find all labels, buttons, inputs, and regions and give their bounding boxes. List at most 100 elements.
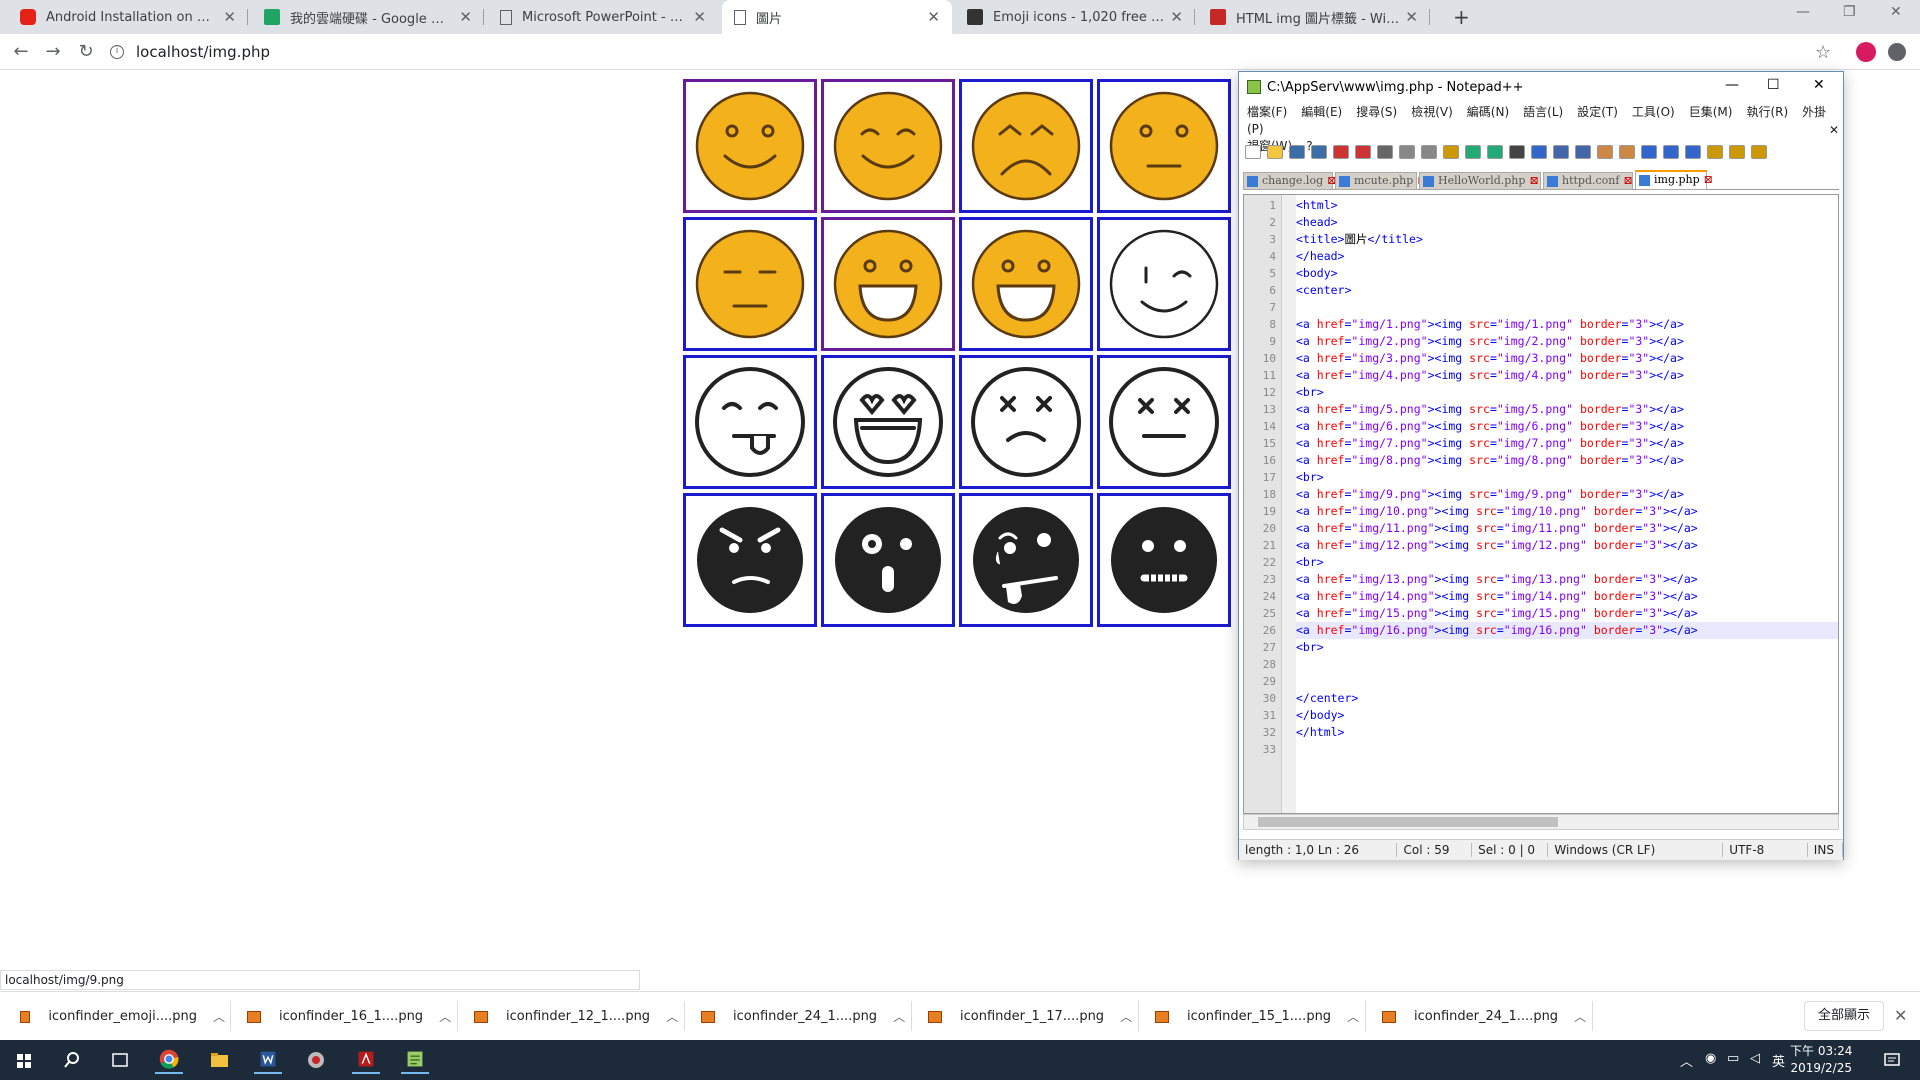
code-line[interactable]: <a href="img/4.png"><img src="img/4.png"… [1296,367,1838,384]
reload-icon[interactable]: ↻ [75,41,97,63]
menu-item[interactable]: 編輯(E) [1301,105,1342,119]
new-tab-button[interactable]: + [1453,5,1470,29]
file-explorer-icon[interactable] [205,1046,233,1074]
tab-close-icon[interactable]: ✕ [1170,8,1183,26]
download-item[interactable]: iconfinder_12_1....png ︿ [474,992,679,1041]
code-line[interactable]: <a href="img/3.png"><img src="img/3.png"… [1296,350,1838,367]
new-icon[interactable] [1245,145,1261,159]
chevron-up-icon[interactable]: ︿ [1347,1008,1359,1025]
emoji-image-link[interactable] [821,355,955,489]
code-line[interactable]: <a href="img/7.png"><img src="img/7.png"… [1296,435,1838,452]
task-view-icon[interactable] [106,1046,134,1074]
save-all-icon[interactable] [1311,145,1327,159]
menu-item[interactable]: 搜尋(S) [1356,105,1397,119]
network-icon[interactable]: ▭ [1727,1051,1739,1066]
code-line[interactable]: <a href="img/14.png"><img src="img/14.pn… [1296,588,1838,605]
notepad-minimize-icon[interactable]: — [1725,77,1739,93]
redo-icon[interactable] [1487,145,1503,159]
menu-item[interactable]: 執行(R) [1746,105,1788,119]
file-tab[interactable]: httpd.conf ⊠ [1543,172,1633,190]
forward-icon[interactable]: → [42,41,64,63]
emoji-image-link[interactable] [683,217,817,351]
code-line[interactable]: <a href="img/15.png"><img src="img/15.pn… [1296,605,1838,622]
bookmark-star-icon[interactable]: ☆ [1815,42,1831,63]
code-line[interactable] [1296,673,1838,690]
code-line[interactable]: <head> [1296,214,1838,231]
download-item[interactable]: iconfinder_emoji....png ︿ [20,992,225,1041]
emoji-image-link[interactable] [821,79,955,213]
menu-item[interactable]: 設定(T) [1577,105,1618,119]
emoji-image-link[interactable] [959,79,1093,213]
zoom-out-icon[interactable] [1575,145,1591,159]
code-line[interactable] [1296,299,1838,316]
menu-item[interactable]: 檢視(V) [1411,105,1453,119]
chevron-up-icon[interactable]: ︿ [666,1008,678,1025]
paste-icon[interactable] [1443,145,1459,159]
volume-icon[interactable]: ◁ [1750,1051,1760,1066]
chevron-up-icon[interactable]: ︿ [213,1008,225,1025]
sync-h-icon[interactable] [1619,145,1635,159]
browser-tab[interactable]: Microsoft PowerPoint - ch-03 ✕ [488,0,718,34]
code-line[interactable]: </html> [1296,724,1838,741]
download-item[interactable]: iconfinder_24_1....png ︿ [1382,992,1587,1041]
info-icon[interactable]: i [110,45,124,59]
copy-icon[interactable] [1421,145,1437,159]
code-line[interactable]: </head> [1296,248,1838,265]
file-tab[interactable]: change.log ⊠ [1243,172,1336,190]
indent-guide-icon[interactable] [1685,145,1701,159]
sync-v-icon[interactable] [1597,145,1613,159]
code-line[interactable]: <title>圖片</title> [1296,231,1838,248]
download-item[interactable]: iconfinder_1_17....png ︿ [928,992,1133,1041]
ime-indicator[interactable]: 英 [1772,1051,1785,1070]
code-line[interactable] [1296,656,1838,673]
scrollbar-thumb[interactable] [1258,817,1558,827]
code-line[interactable]: <a href="img/16.png"><img src="img/16.pn… [1296,622,1838,639]
open-icon[interactable] [1267,145,1283,159]
save-icon[interactable] [1289,145,1305,159]
download-item[interactable]: iconfinder_15_1....png ︿ [1155,992,1360,1041]
menu-item[interactable]: 語言(L) [1523,105,1563,119]
file-tab[interactable]: mcute.php⊠ [1335,172,1427,190]
emoji-image-link[interactable] [1097,355,1231,489]
code-text[interactable]: <html> <head> <title>圖片</title> </head> <bod… [1296,197,1838,758]
find-icon[interactable] [1509,145,1525,159]
file-tab-close-icon[interactable]: ⊠ [1529,174,1538,187]
replace-icon[interactable] [1531,145,1547,159]
emoji-image-link[interactable] [1097,79,1231,213]
tab-close-icon[interactable]: ✕ [459,8,472,26]
code-line[interactable]: <a href="img/10.png"><img src="img/10.pn… [1296,503,1838,520]
code-line[interactable]: <br> [1296,469,1838,486]
emoji-image-link[interactable] [1097,493,1231,627]
print-icon[interactable] [1377,145,1393,159]
emoji-image-link[interactable] [959,217,1093,351]
chrome-icon[interactable] [155,1046,183,1074]
browser-tab[interactable]: Emoji icons - 1,020 free & prem ✕ [955,0,1195,34]
browser-tab[interactable]: Android Installation on UDOO ✕ [8,0,248,34]
extension-icon[interactable] [1888,43,1906,61]
close-shelf-icon[interactable]: ✕ [1894,1006,1907,1025]
code-line[interactable]: <a href="img/1.png"><img src="img/1.png"… [1296,316,1838,333]
profile-avatar[interactable] [1856,42,1876,62]
code-line[interactable]: <a href="img/12.png"><img src="img/12.pn… [1296,537,1838,554]
emoji-image-link[interactable] [683,355,817,489]
minimize-icon[interactable]: — [1796,4,1810,20]
code-line[interactable]: <a href="img/9.png"><img src="img/9.png"… [1296,486,1838,503]
code-line[interactable]: <a href="img/6.png"><img src="img/6.png"… [1296,418,1838,435]
word-icon[interactable] [254,1046,282,1074]
notification-icon[interactable] [1878,1046,1906,1074]
file-tab-close-icon[interactable]: ⊠ [1704,173,1713,186]
horizontal-scrollbar[interactable] [1243,814,1839,830]
code-line[interactable]: </center> [1296,690,1838,707]
zoom-in-icon[interactable] [1553,145,1569,159]
start-windows-icon[interactable] [10,1046,38,1074]
file-tab[interactable]: HelloWorld.php ⊠ [1419,172,1541,190]
address-bar[interactable]: i localhost/img.php [110,38,1810,66]
code-line[interactable]: <a href="img/8.png"><img src="img/8.png"… [1296,452,1838,469]
emoji-image-link[interactable] [959,355,1093,489]
function-list-icon[interactable] [1729,145,1745,159]
download-item[interactable]: iconfinder_16_1....png ︿ [247,992,452,1041]
code-line[interactable]: <a href="img/11.png"><img src="img/11.pn… [1296,520,1838,537]
menu-close-icon[interactable]: ✕ [1829,122,1839,139]
close-window-icon[interactable]: ✕ [1890,4,1902,20]
browser-tab[interactable]: 圖片 ✕ [722,0,952,34]
